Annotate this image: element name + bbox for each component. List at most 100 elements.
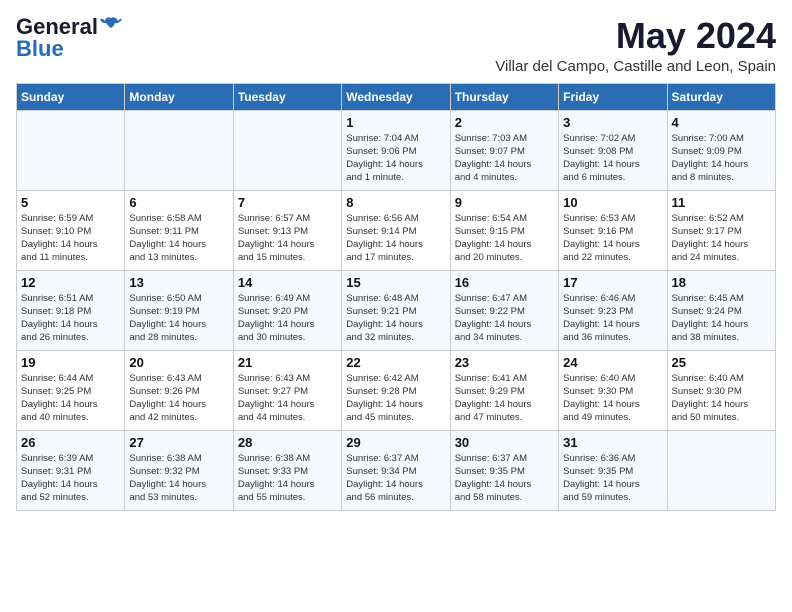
day-info: Sunrise: 6:36 AM Sunset: 9:35 PM Dayligh… bbox=[563, 452, 662, 505]
day-number: 13 bbox=[129, 275, 228, 290]
header-day-saturday: Saturday bbox=[667, 83, 775, 110]
day-info: Sunrise: 6:38 AM Sunset: 9:32 PM Dayligh… bbox=[129, 452, 228, 505]
day-info: Sunrise: 6:37 AM Sunset: 9:34 PM Dayligh… bbox=[346, 452, 445, 505]
calendar-cell bbox=[17, 110, 125, 190]
day-info: Sunrise: 7:00 AM Sunset: 9:09 PM Dayligh… bbox=[672, 132, 771, 185]
day-number: 16 bbox=[455, 275, 554, 290]
day-number: 29 bbox=[346, 435, 445, 450]
calendar-week-row: 5 Sunrise: 6:59 AM Sunset: 9:10 PM Daylig… bbox=[17, 190, 776, 270]
calendar-cell: 11 Sunrise: 6:52 AM Sunset: 9:17 PM Dayli… bbox=[667, 190, 775, 270]
day-info: Sunrise: 6:42 AM Sunset: 9:28 PM Dayligh… bbox=[346, 372, 445, 425]
day-number: 11 bbox=[672, 195, 771, 210]
calendar-week-row: 1 Sunrise: 7:04 AM Sunset: 9:06 PM Daylig… bbox=[17, 110, 776, 190]
day-info: Sunrise: 6:40 AM Sunset: 9:30 PM Dayligh… bbox=[563, 372, 662, 425]
day-number: 20 bbox=[129, 355, 228, 370]
day-number: 24 bbox=[563, 355, 662, 370]
calendar-cell: 18Sunrise: 6:45 AM Sunset: 9:24 PM Dayli… bbox=[667, 270, 775, 350]
header-day-wednesday: Wednesday bbox=[342, 83, 450, 110]
header-day-sunday: Sunday bbox=[17, 83, 125, 110]
day-number: 25 bbox=[672, 355, 771, 370]
calendar-cell: 10 Sunrise: 6:53 AM Sunset: 9:16 PM Dayli… bbox=[559, 190, 667, 270]
day-info: Sunrise: 7:03 AM Sunset: 9:07 PM Dayligh… bbox=[455, 132, 554, 185]
day-number: 15 bbox=[346, 275, 445, 290]
day-number: 7 bbox=[238, 195, 337, 210]
calendar-cell: 20 Sunrise: 6:43 AM Sunset: 9:26 PM Dayli… bbox=[125, 350, 233, 430]
calendar-cell bbox=[125, 110, 233, 190]
header-day-tuesday: Tuesday bbox=[233, 83, 341, 110]
day-info: Sunrise: 7:04 AM Sunset: 9:06 PM Dayligh… bbox=[346, 132, 445, 185]
day-number: 8 bbox=[346, 195, 445, 210]
day-info: Sunrise: 6:46 AM Sunset: 9:23 PM Dayligh… bbox=[563, 292, 662, 345]
month-title: May 2024 bbox=[495, 16, 776, 56]
calendar-cell: 26 Sunrise: 6:39 AM Sunset: 9:31 PM Dayli… bbox=[17, 430, 125, 510]
day-info: Sunrise: 6:49 AM Sunset: 9:20 PM Dayligh… bbox=[238, 292, 337, 345]
calendar-cell: 1 Sunrise: 7:04 AM Sunset: 9:06 PM Daylig… bbox=[342, 110, 450, 190]
day-number: 18 bbox=[672, 275, 771, 290]
calendar-week-row: 26 Sunrise: 6:39 AM Sunset: 9:31 PM Dayli… bbox=[17, 430, 776, 510]
calendar-week-row: 19 Sunrise: 6:44 AM Sunset: 9:25 PM Dayli… bbox=[17, 350, 776, 430]
calendar-cell bbox=[667, 430, 775, 510]
day-number: 17 bbox=[563, 275, 662, 290]
day-info: Sunrise: 6:37 AM Sunset: 9:35 PM Dayligh… bbox=[455, 452, 554, 505]
day-info: Sunrise: 6:38 AM Sunset: 9:33 PM Dayligh… bbox=[238, 452, 337, 505]
day-number: 22 bbox=[346, 355, 445, 370]
day-info: Sunrise: 6:44 AM Sunset: 9:25 PM Dayligh… bbox=[21, 372, 120, 425]
header-day-monday: Monday bbox=[125, 83, 233, 110]
day-info: Sunrise: 6:43 AM Sunset: 9:27 PM Dayligh… bbox=[238, 372, 337, 425]
calendar-cell: 8 Sunrise: 6:56 AM Sunset: 9:14 PM Daylig… bbox=[342, 190, 450, 270]
calendar-cell: 19 Sunrise: 6:44 AM Sunset: 9:25 PM Dayli… bbox=[17, 350, 125, 430]
calendar-table: SundayMondayTuesdayWednesdayThursdayFrid… bbox=[16, 83, 776, 511]
day-number: 19 bbox=[21, 355, 120, 370]
day-info: Sunrise: 7:02 AM Sunset: 9:08 PM Dayligh… bbox=[563, 132, 662, 185]
day-number: 31 bbox=[563, 435, 662, 450]
day-number: 1 bbox=[346, 115, 445, 130]
calendar-cell: 4 Sunrise: 7:00 AM Sunset: 9:09 PM Daylig… bbox=[667, 110, 775, 190]
page-header: General Blue May 2024 Villar del Campo, … bbox=[16, 16, 776, 75]
logo-bird-icon bbox=[100, 14, 122, 36]
calendar-cell: 25 Sunrise: 6:40 AM Sunset: 9:30 PM Dayli… bbox=[667, 350, 775, 430]
day-number: 28 bbox=[238, 435, 337, 450]
day-info: Sunrise: 6:57 AM Sunset: 9:13 PM Dayligh… bbox=[238, 212, 337, 265]
day-info: Sunrise: 6:59 AM Sunset: 9:10 PM Dayligh… bbox=[21, 212, 120, 265]
calendar-cell: 9 Sunrise: 6:54 AM Sunset: 9:15 PM Daylig… bbox=[450, 190, 558, 270]
calendar-cell: 5 Sunrise: 6:59 AM Sunset: 9:10 PM Daylig… bbox=[17, 190, 125, 270]
calendar-cell: 22 Sunrise: 6:42 AM Sunset: 9:28 PM Dayli… bbox=[342, 350, 450, 430]
calendar-cell: 17 Sunrise: 6:46 AM Sunset: 9:23 PM Dayli… bbox=[559, 270, 667, 350]
calendar-cell: 2Sunrise: 7:03 AM Sunset: 9:07 PM Daylig… bbox=[450, 110, 558, 190]
day-number: 6 bbox=[129, 195, 228, 210]
day-number: 27 bbox=[129, 435, 228, 450]
calendar-cell: 7 Sunrise: 6:57 AM Sunset: 9:13 PM Daylig… bbox=[233, 190, 341, 270]
day-number: 4 bbox=[672, 115, 771, 130]
title-block: May 2024 Villar del Campo, Castille and … bbox=[495, 16, 776, 75]
calendar-body: 1 Sunrise: 7:04 AM Sunset: 9:06 PM Daylig… bbox=[17, 110, 776, 510]
day-number: 5 bbox=[21, 195, 120, 210]
day-number: 21 bbox=[238, 355, 337, 370]
logo-general-text: General bbox=[16, 16, 98, 38]
calendar-cell: 24 Sunrise: 6:40 AM Sunset: 9:30 PM Dayli… bbox=[559, 350, 667, 430]
day-info: Sunrise: 6:40 AM Sunset: 9:30 PM Dayligh… bbox=[672, 372, 771, 425]
day-info: Sunrise: 6:56 AM Sunset: 9:14 PM Dayligh… bbox=[346, 212, 445, 265]
calendar-cell: 16 Sunrise: 6:47 AM Sunset: 9:22 PM Dayli… bbox=[450, 270, 558, 350]
day-info: Sunrise: 6:51 AM Sunset: 9:18 PM Dayligh… bbox=[21, 292, 120, 345]
day-info: Sunrise: 6:52 AM Sunset: 9:17 PM Dayligh… bbox=[672, 212, 771, 265]
calendar-header-row: SundayMondayTuesdayWednesdayThursdayFrid… bbox=[17, 83, 776, 110]
calendar-cell: 14Sunrise: 6:49 AM Sunset: 9:20 PM Dayli… bbox=[233, 270, 341, 350]
calendar-cell: 31 Sunrise: 6:36 AM Sunset: 9:35 PM Dayli… bbox=[559, 430, 667, 510]
calendar-cell: 13Sunrise: 6:50 AM Sunset: 9:19 PM Dayli… bbox=[125, 270, 233, 350]
day-info: Sunrise: 6:41 AM Sunset: 9:29 PM Dayligh… bbox=[455, 372, 554, 425]
logo-blue-text: Blue bbox=[16, 38, 64, 60]
day-info: Sunrise: 6:43 AM Sunset: 9:26 PM Dayligh… bbox=[129, 372, 228, 425]
day-number: 10 bbox=[563, 195, 662, 210]
day-info: Sunrise: 6:58 AM Sunset: 9:11 PM Dayligh… bbox=[129, 212, 228, 265]
day-number: 26 bbox=[21, 435, 120, 450]
day-info: Sunrise: 6:47 AM Sunset: 9:22 PM Dayligh… bbox=[455, 292, 554, 345]
day-info: Sunrise: 6:54 AM Sunset: 9:15 PM Dayligh… bbox=[455, 212, 554, 265]
calendar-cell: 30Sunrise: 6:37 AM Sunset: 9:35 PM Dayli… bbox=[450, 430, 558, 510]
calendar-cell bbox=[233, 110, 341, 190]
calendar-cell: 21 Sunrise: 6:43 AM Sunset: 9:27 PM Dayli… bbox=[233, 350, 341, 430]
day-number: 23 bbox=[455, 355, 554, 370]
day-info: Sunrise: 6:39 AM Sunset: 9:31 PM Dayligh… bbox=[21, 452, 120, 505]
day-info: Sunrise: 6:53 AM Sunset: 9:16 PM Dayligh… bbox=[563, 212, 662, 265]
day-number: 9 bbox=[455, 195, 554, 210]
calendar-cell: 29 Sunrise: 6:37 AM Sunset: 9:34 PM Dayli… bbox=[342, 430, 450, 510]
